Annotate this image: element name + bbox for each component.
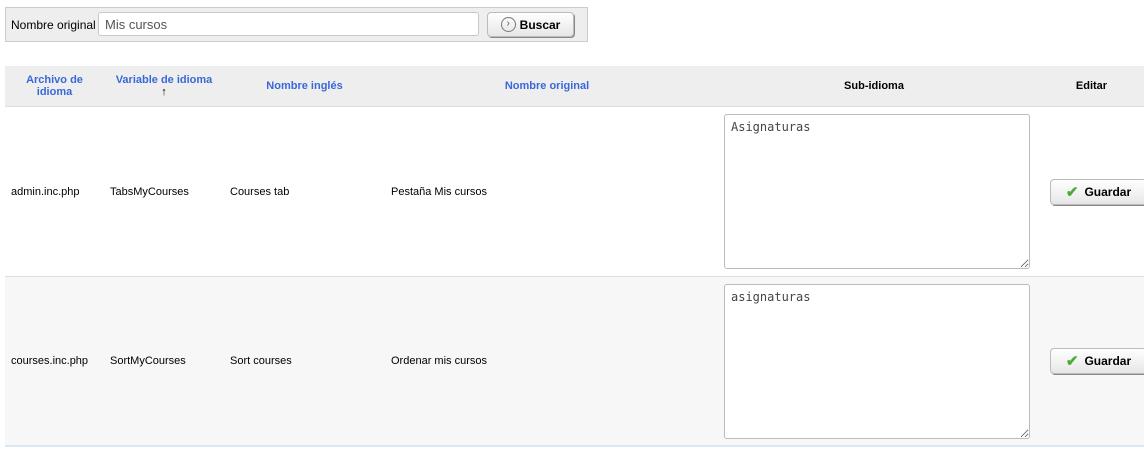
sublanguage-textarea[interactable]: asignaturas [724, 283, 1030, 439]
sublanguage-textarea[interactable]: Asignaturas [724, 114, 1030, 269]
table-row: admin.inc.php TabsMyCourses Courses tab … [5, 106, 1144, 277]
column-header-original[interactable]: Nombre original [385, 66, 709, 107]
search-button-label: Buscar [519, 17, 561, 32]
save-button-label: Guardar [1084, 184, 1132, 199]
column-header-sublanguage: Sub-idioma [709, 66, 1039, 107]
check-icon: ✔ [1065, 353, 1079, 370]
arrow-right-circle-icon: › [500, 17, 516, 32]
save-button-label: Guardar [1084, 354, 1132, 368]
table-row: courses.inc.php SortMyCourses Sort cours… [5, 276, 1144, 447]
search-input[interactable] [98, 12, 479, 36]
table-header-row: Archivo de idioma Variable de idioma ↑ N… [5, 66, 1144, 107]
cell-original: Pestaña Mis cursos [385, 106, 709, 277]
cell-variable: SortMyCourses [104, 276, 224, 447]
save-button[interactable]: ✔ Guardar [1050, 348, 1144, 374]
column-header-variable[interactable]: Variable de idioma ↑ [104, 66, 224, 107]
column-header-file[interactable]: Archivo de idioma [5, 66, 104, 107]
sort-arrow-icon: ↑ [161, 86, 167, 98]
cell-english: Sort courses [224, 276, 385, 447]
search-label: Nombre original : [11, 18, 103, 32]
cell-edit: ✔ Guardar [1039, 276, 1144, 447]
cell-sublanguage: Asignaturas [709, 106, 1039, 277]
search-button[interactable]: › Buscar [487, 12, 574, 37]
column-header-edit: Editar [1039, 66, 1144, 107]
cell-original: Ordenar mis cursos [385, 276, 709, 447]
cell-edit: ✔ Guardar [1039, 106, 1144, 277]
cell-english: Courses tab [224, 106, 385, 277]
cell-variable: TabsMyCourses [104, 106, 224, 277]
language-terms-table: Archivo de idioma Variable de idioma ↑ N… [5, 66, 1144, 447]
cell-file: courses.inc.php [5, 276, 104, 447]
column-header-variable-label: Variable de idioma [115, 74, 213, 86]
column-header-english[interactable]: Nombre inglés [224, 66, 385, 107]
cell-file: admin.inc.php [5, 106, 104, 277]
save-button[interactable]: ✔ Guardar [1050, 178, 1144, 205]
search-panel: Nombre original : › Buscar [5, 7, 588, 42]
cell-sublanguage: asignaturas [709, 276, 1039, 447]
check-icon: ✔ [1065, 183, 1079, 201]
